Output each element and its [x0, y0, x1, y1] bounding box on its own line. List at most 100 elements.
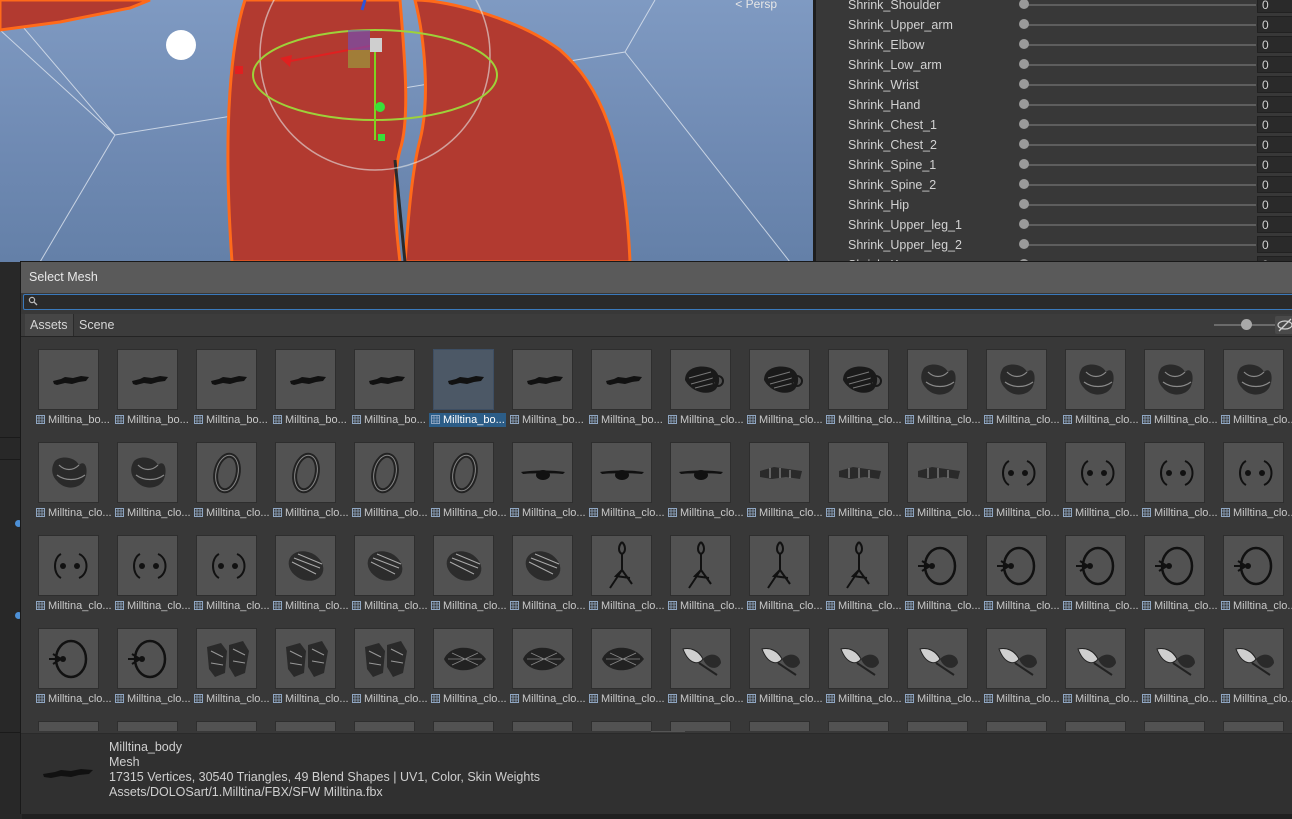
asset-thumbnail[interactable]: [196, 535, 257, 596]
asset-grid-item[interactable]: [969, 709, 1048, 731]
asset-thumbnail[interactable]: [196, 628, 257, 689]
asset-label[interactable]: Milltina_clo...: [1219, 413, 1292, 427]
asset-thumbnail[interactable]: [275, 442, 336, 503]
asset-thumbnail[interactable]: [749, 349, 810, 410]
asset-grid-item[interactable]: [1048, 709, 1127, 731]
asset-thumbnail[interactable]: [749, 442, 810, 503]
tab-assets[interactable]: Assets: [25, 314, 74, 336]
asset-thumbnail[interactable]: [196, 721, 257, 731]
asset-grid-item[interactable]: Milltina_clo...: [1127, 430, 1217, 523]
blend-shape-value-field[interactable]: 0: [1257, 236, 1292, 253]
asset-thumbnail[interactable]: [670, 442, 731, 503]
blend-shape-value-field[interactable]: 0: [1257, 76, 1292, 93]
asset-grid-item[interactable]: Milltina_clo...: [1206, 523, 1292, 616]
asset-grid-item[interactable]: Milltina_clo...: [495, 523, 585, 616]
asset-grid-item[interactable]: Milltina_clo...: [574, 523, 664, 616]
asset-grid-item[interactable]: Milltina_clo...: [1048, 430, 1138, 523]
asset-thumbnail[interactable]: [512, 721, 573, 731]
blend-shape-slider[interactable]: [1023, 224, 1256, 226]
asset-thumbnail[interactable]: [749, 628, 810, 689]
asset-thumbnail[interactable]: [907, 442, 968, 503]
asset-thumbnail[interactable]: [670, 349, 731, 410]
asset-thumbnail[interactable]: [433, 721, 494, 731]
asset-thumbnail[interactable]: [512, 535, 573, 596]
asset-grid-item[interactable]: Milltina_clo...: [969, 337, 1059, 430]
asset-grid-item[interactable]: Milltina_bo...: [258, 337, 347, 430]
asset-thumbnail[interactable]: [1144, 535, 1205, 596]
asset-grid-item[interactable]: [574, 709, 653, 731]
blend-shape-value-field[interactable]: 0: [1257, 0, 1292, 13]
blend-shape-value-field[interactable]: 0: [1257, 36, 1292, 53]
asset-thumbnail[interactable]: [117, 721, 178, 731]
blend-shape-value-field[interactable]: 0: [1257, 176, 1292, 193]
asset-thumbnail[interactable]: [591, 721, 652, 731]
asset-thumbnail[interactable]: [1223, 442, 1284, 503]
asset-thumbnail[interactable]: [749, 721, 810, 731]
blend-shape-slider-handle[interactable]: [1019, 139, 1029, 149]
window-title-bar[interactable]: Select Mesh: [21, 262, 1292, 293]
asset-thumbnail[interactable]: [117, 442, 178, 503]
projection-label[interactable]: < Persp: [735, 0, 777, 11]
asset-thumbnail[interactable]: [1065, 535, 1126, 596]
asset-thumbnail[interactable]: [1065, 628, 1126, 689]
asset-grid-item[interactable]: [495, 709, 574, 731]
asset-thumbnail[interactable]: [986, 442, 1047, 503]
blend-shape-slider-handle[interactable]: [1019, 159, 1029, 169]
asset-thumbnail[interactable]: [1065, 442, 1126, 503]
blend-shape-slider[interactable]: [1023, 164, 1256, 166]
asset-thumbnail[interactable]: [433, 535, 494, 596]
asset-grid-item[interactable]: Milltina_clo...: [21, 430, 111, 523]
blend-shape-slider-handle[interactable]: [1019, 239, 1029, 249]
blend-shape-value-field[interactable]: 0: [1257, 136, 1292, 153]
asset-thumbnail[interactable]: [1144, 628, 1205, 689]
asset-grid-item[interactable]: Milltina_clo...: [653, 430, 743, 523]
asset-thumbnail[interactable]: [354, 721, 415, 731]
asset-grid-item[interactable]: [890, 709, 969, 731]
asset-grid-item[interactable]: [416, 709, 495, 731]
asset-grid-item[interactable]: Milltina_clo...: [21, 616, 111, 709]
asset-grid-item[interactable]: [179, 709, 258, 731]
asset-grid-item[interactable]: Milltina_clo...: [811, 430, 901, 523]
asset-grid-item[interactable]: Milltina_bo...: [179, 337, 268, 430]
asset-grid-item[interactable]: Milltina_clo...: [732, 337, 822, 430]
asset-thumbnail[interactable]: [275, 628, 336, 689]
asset-grid-item[interactable]: Milltina_clo...: [179, 616, 269, 709]
asset-grid-item[interactable]: Milltina_clo...: [890, 616, 980, 709]
asset-grid-item[interactable]: [653, 709, 732, 731]
blend-shape-slider-handle[interactable]: [1019, 99, 1029, 109]
blend-shape-slider-handle[interactable]: [1019, 59, 1029, 69]
asset-grid-item[interactable]: Milltina_clo...: [811, 616, 901, 709]
asset-thumbnail[interactable]: [275, 721, 336, 731]
asset-thumbnail[interactable]: [354, 349, 415, 410]
asset-grid-item[interactable]: Milltina_clo...: [1206, 337, 1292, 430]
blend-shape-slider-handle[interactable]: [1019, 179, 1029, 189]
asset-grid-item[interactable]: Milltina_clo...: [179, 523, 269, 616]
asset-grid-item[interactable]: Milltina_clo...: [495, 430, 585, 523]
asset-grid-item[interactable]: Milltina_clo...: [653, 523, 743, 616]
blend-shape-slider[interactable]: [1023, 184, 1256, 186]
asset-grid-item[interactable]: Milltina_bo...: [337, 337, 426, 430]
asset-grid-item[interactable]: Milltina_clo...: [969, 616, 1059, 709]
blend-shape-slider-handle[interactable]: [1019, 39, 1029, 49]
asset-thumbnail[interactable]: [433, 349, 494, 410]
asset-thumbnail[interactable]: [828, 349, 889, 410]
tab-scene[interactable]: Scene: [74, 314, 119, 336]
asset-grid-item[interactable]: Milltina_clo...: [732, 616, 822, 709]
asset-thumbnail[interactable]: [433, 628, 494, 689]
asset-thumbnail[interactable]: [433, 442, 494, 503]
asset-grid-item[interactable]: [21, 709, 100, 731]
asset-grid-item[interactable]: Milltina_clo...: [258, 523, 348, 616]
blend-shape-slider[interactable]: [1023, 64, 1256, 66]
asset-thumbnail[interactable]: [1065, 721, 1126, 731]
asset-grid-item[interactable]: Milltina_clo...: [969, 430, 1059, 523]
blend-shape-slider-handle[interactable]: [1019, 219, 1029, 229]
asset-grid-item[interactable]: Milltina_clo...: [495, 616, 585, 709]
asset-grid-item[interactable]: Milltina_clo...: [811, 337, 901, 430]
asset-thumbnail[interactable]: [117, 349, 178, 410]
asset-grid-item[interactable]: [732, 709, 811, 731]
asset-grid-item[interactable]: Milltina_bo...: [574, 337, 663, 430]
asset-thumbnail[interactable]: [117, 628, 178, 689]
asset-label[interactable]: Milltina_clo...: [1219, 599, 1292, 613]
asset-grid-item[interactable]: [100, 709, 179, 731]
asset-thumbnail[interactable]: [38, 535, 99, 596]
